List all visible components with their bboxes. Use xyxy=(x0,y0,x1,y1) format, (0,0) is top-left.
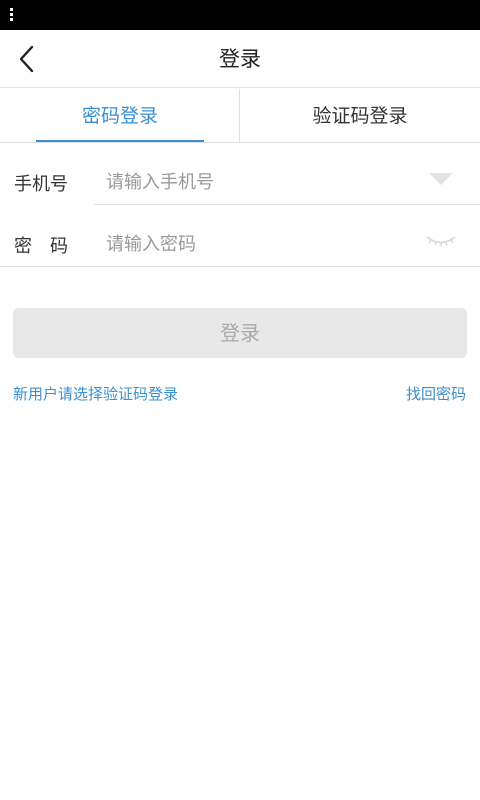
phone-underline xyxy=(94,204,480,205)
login-button[interactable]: 登录 xyxy=(13,308,467,358)
eye-closed-icon[interactable] xyxy=(425,234,457,248)
phone-input[interactable] xyxy=(96,162,436,202)
page-title: 登录 xyxy=(219,47,261,71)
login-tabs: 密码登录 验证码登录 xyxy=(0,89,480,143)
status-bar xyxy=(0,0,480,30)
password-underline xyxy=(0,266,480,267)
status-dots-icon xyxy=(10,8,13,22)
chevron-left-icon xyxy=(19,45,34,73)
password-row: 密 码 xyxy=(0,214,480,276)
tab-password-login[interactable]: 密码登录 xyxy=(0,89,240,143)
password-input[interactable] xyxy=(96,224,436,264)
active-tab-indicator xyxy=(36,140,204,142)
phone-row: 手机号 xyxy=(0,152,480,214)
password-label: 密 码 xyxy=(14,236,68,257)
back-button[interactable] xyxy=(10,42,44,76)
tab-sms-login[interactable]: 验证码登录 xyxy=(240,89,480,143)
new-user-link[interactable]: 新用户请选择验证码登录 xyxy=(13,383,178,404)
triangle-down-icon[interactable] xyxy=(428,172,454,186)
phone-label: 手机号 xyxy=(14,174,68,195)
forgot-password-link[interactable]: 找回密码 xyxy=(406,383,466,404)
nav-bar: 登录 xyxy=(0,30,480,88)
